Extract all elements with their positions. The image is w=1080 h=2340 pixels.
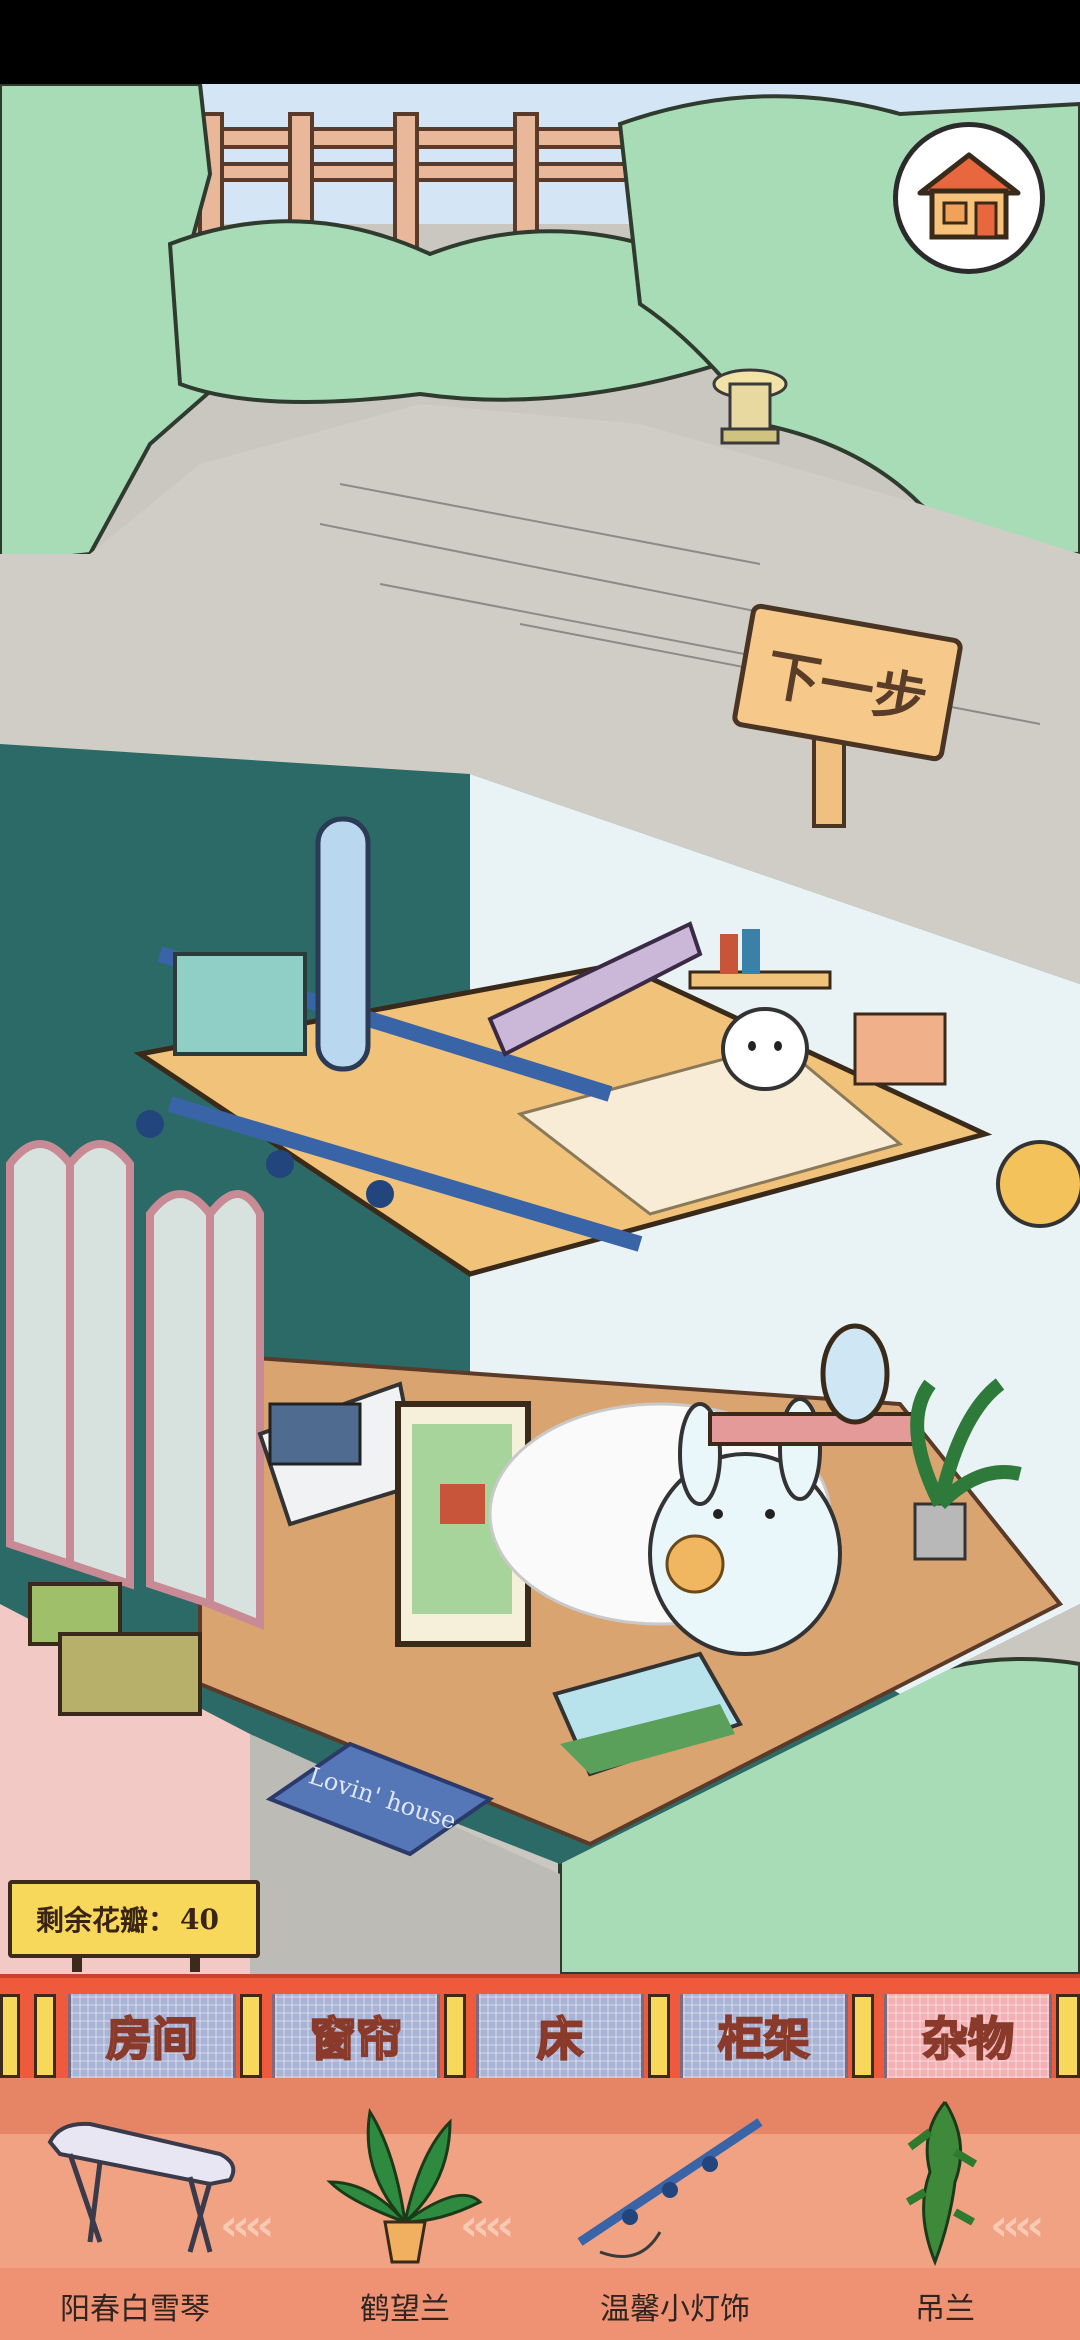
hanging-plant-icon [905, 2101, 978, 2267]
track-light-icon [577, 2118, 763, 2258]
tab-shelf[interactable]: 柜架 [680, 1994, 848, 2078]
potted-plant-icon [326, 2107, 483, 2264]
tab-separator [444, 1994, 466, 2078]
board-post-right [190, 1958, 200, 1972]
tab-separator [240, 1994, 262, 2078]
house-icon [917, 152, 1021, 240]
home-button[interactable] [893, 122, 1045, 274]
petal-counter: 剩余花瓣： 40 [8, 1880, 260, 1972]
scene-illustration: Lovin' house [0, 84, 1080, 1974]
tab-separator [34, 1994, 56, 2078]
tab-curtain[interactable]: 窗帘 [272, 1994, 440, 2078]
tab-separator [852, 1994, 874, 2078]
tab-separator [0, 1994, 20, 2078]
item-label-spider-plant: 吊兰 [915, 2292, 975, 2327]
tab-separator [1056, 1994, 1080, 2078]
room-scene: Lovin' house [0, 84, 1080, 1974]
status-bar [0, 0, 1080, 84]
green-cabinet [173, 952, 307, 1056]
white-dog [721, 1007, 809, 1091]
guqin-icon [47, 2121, 236, 2253]
item-spider-plant[interactable] [830, 2092, 1060, 2272]
item-cozy-lights[interactable] [560, 2092, 790, 2272]
item-bird-of-paradise[interactable] [290, 2092, 520, 2272]
board-post-left [72, 1958, 82, 1972]
item-guqin[interactable] [30, 2092, 260, 2272]
item-label-cozy-lights: 温馨小灯饰 [600, 2292, 750, 2327]
next-step-label: 下一步 [761, 641, 933, 733]
petal-counter-value: 40 [180, 1902, 219, 1936]
tab-room[interactable]: 房间 [68, 1994, 236, 2078]
tab-bed[interactable]: 床 [476, 1994, 644, 2078]
item-label-guqin: 阳春白雪琴 [60, 2292, 210, 2327]
wall-clock [996, 1140, 1080, 1228]
tab-misc[interactable]: 杂物 [884, 1994, 1052, 2078]
standing-mirror [315, 816, 371, 1072]
petal-counter-label: 剩余花瓣： [36, 1904, 177, 1937]
tab-separator [648, 1994, 670, 2078]
item-label-bird-of-paradise: 鹤望兰 [360, 2292, 450, 2327]
